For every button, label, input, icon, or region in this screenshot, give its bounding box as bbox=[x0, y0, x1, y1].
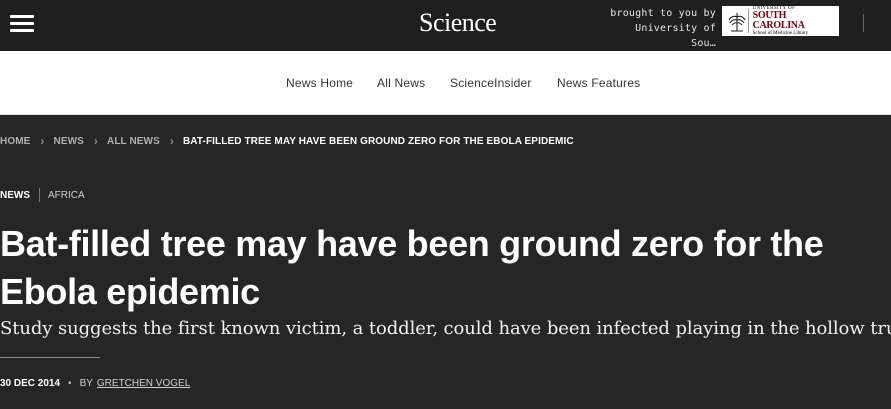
breadcrumb-current: BAT-FILLED TREE MAY HAVE BEEN GROUND ZER… bbox=[182, 135, 574, 147]
tag-divider bbox=[39, 188, 40, 202]
chevron-right-icon: › bbox=[40, 134, 45, 148]
science-logo[interactable]: Science bbox=[419, 7, 497, 39]
sponsor-line-1: brought to you by bbox=[610, 8, 716, 19]
sponsor-logo-line-2: SOUTH CAROLINA bbox=[752, 10, 805, 31]
headline-rule bbox=[0, 357, 100, 358]
subnav-item-news-features[interactable]: News Features bbox=[557, 76, 640, 90]
chevron-right-icon: › bbox=[93, 134, 99, 148]
top-bar: Science brought to you by University of … bbox=[0, 0, 891, 51]
chevron-right-icon: › bbox=[169, 134, 174, 148]
author-link[interactable]: GRETCHEN VOGEL bbox=[97, 378, 190, 389]
subnav-item-scienceinsider[interactable]: ScienceInsider bbox=[450, 76, 532, 90]
hamburger-menu-icon[interactable] bbox=[10, 13, 35, 35]
breadcrumb-all-news[interactable]: ALL NEWS bbox=[107, 136, 160, 147]
sponsor-logo-line-3: School of Medicine Library bbox=[752, 31, 809, 36]
subnav-item-all-news[interactable]: All News bbox=[377, 76, 425, 90]
breadcrumb-news[interactable]: NEWS bbox=[54, 136, 84, 147]
tag-africa[interactable]: AFRICA bbox=[48, 190, 85, 201]
subnav-item-news-home[interactable]: News Home bbox=[286, 76, 353, 90]
article-headline: Bat-filled tree may have been ground zer… bbox=[0, 223, 824, 312]
sponsor-logo[interactable]: UNIVERSITY OF SOUTH CAROLINA School of M… bbox=[722, 6, 839, 36]
sponsor-text: brought to you by University of Sou… bbox=[606, 6, 716, 51]
sponsor-line-2: University of Sou… bbox=[635, 23, 716, 49]
article-byline: 30 DEC 2014 • BY GRETCHEN VOGEL bbox=[0, 378, 190, 389]
university-seal-icon bbox=[726, 9, 749, 33]
tag-news[interactable]: NEWS bbox=[0, 190, 30, 201]
breadcrumb-home[interactable]: HOME bbox=[0, 136, 30, 147]
news-subnav: News Home All News ScienceInsider News F… bbox=[0, 51, 891, 115]
article-tags: NEWS AFRICA bbox=[0, 188, 85, 202]
byline-separator: • bbox=[68, 378, 72, 389]
breadcrumb: HOME › NEWS › ALL NEWS › BAT-FILLED TREE… bbox=[0, 134, 574, 148]
article-dek: Study suggests the first known victim, a… bbox=[0, 318, 891, 339]
topbar-divider bbox=[863, 14, 864, 32]
article-date: 30 DEC 2014 bbox=[0, 378, 61, 389]
by-label: BY bbox=[79, 378, 93, 389]
